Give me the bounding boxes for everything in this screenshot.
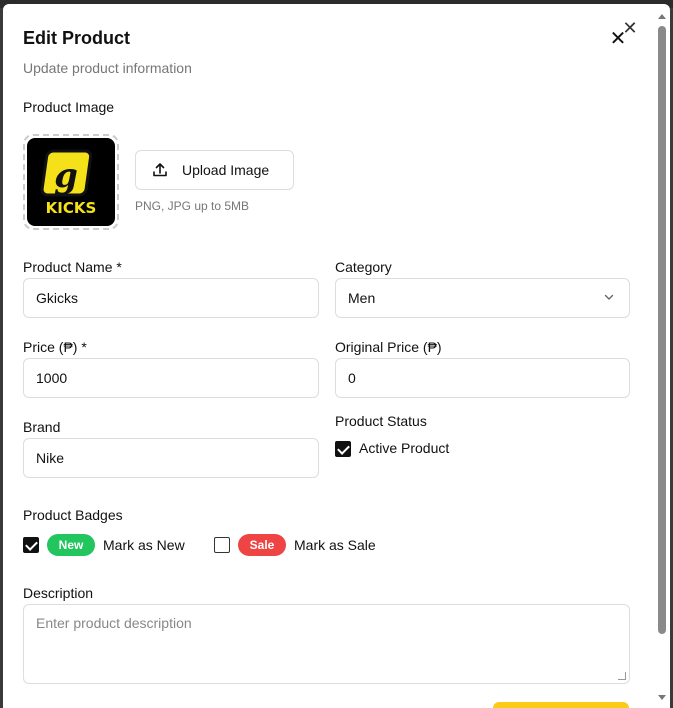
kicks-logo-icon: g KICKS (40, 149, 97, 217)
svg-text:KICKS: KICKS (46, 199, 97, 217)
original-price-input[interactable]: 0 (335, 358, 630, 398)
description-textarea[interactable]: Enter product description (23, 604, 630, 684)
new-badge: New (47, 534, 95, 556)
upload-image-button[interactable]: Upload Image (135, 150, 294, 190)
price-label: Price (₱) * (23, 339, 87, 355)
active-product-checkbox[interactable] (335, 441, 351, 457)
upload-hint: PNG, JPG up to 5MB (135, 199, 250, 213)
original-price-label: Original Price (₱) (335, 339, 442, 355)
mark-new-checkbox[interactable] (23, 537, 39, 553)
save-button-partial[interactable] (493, 702, 629, 708)
active-product-label: Active Product (359, 440, 450, 456)
product-name-input[interactable]: Gkicks (23, 278, 319, 318)
product-status-label: Product Status (335, 413, 427, 429)
scroll-down-icon[interactable] (658, 695, 666, 700)
category-value: Men (348, 290, 376, 306)
mark-sale-checkbox[interactable] (214, 537, 230, 553)
resize-handle-icon[interactable] (618, 672, 626, 680)
mark-new-label: Mark as New (103, 537, 185, 553)
edit-product-dialog: Edit Product Update product information … (3, 4, 670, 708)
scroll-up-icon[interactable] (658, 14, 666, 19)
brand-input[interactable]: Nike (23, 438, 319, 478)
dialog-title: Edit Product (23, 28, 130, 48)
product-image-preview: g KICKS (23, 134, 119, 230)
upload-icon (153, 163, 167, 177)
product-logo: g KICKS (27, 138, 115, 226)
dialog-subtitle: Update product information (23, 60, 192, 76)
product-name-label: Product Name * (23, 259, 122, 275)
category-select[interactable]: Men (335, 278, 630, 318)
brand-label: Brand (23, 419, 61, 435)
product-image-label: Product Image (23, 99, 115, 115)
mark-sale-label: Mark as Sale (294, 537, 376, 553)
product-badges-label: Product Badges (23, 507, 123, 523)
vertical-scrollbar[interactable] (656, 8, 668, 700)
scroll-thumb[interactable] (658, 26, 666, 634)
sale-badge: Sale (238, 534, 286, 556)
svg-text:g: g (54, 156, 78, 196)
category-label: Category (335, 259, 392, 275)
description-label: Description (23, 585, 94, 601)
description-placeholder: Enter product description (36, 615, 192, 631)
price-input[interactable]: 1000 (23, 358, 319, 398)
chevron-down-icon (604, 294, 614, 300)
overlay-close-icon[interactable]: ✕ (620, 18, 640, 38)
upload-button-label: Upload Image (182, 162, 270, 178)
